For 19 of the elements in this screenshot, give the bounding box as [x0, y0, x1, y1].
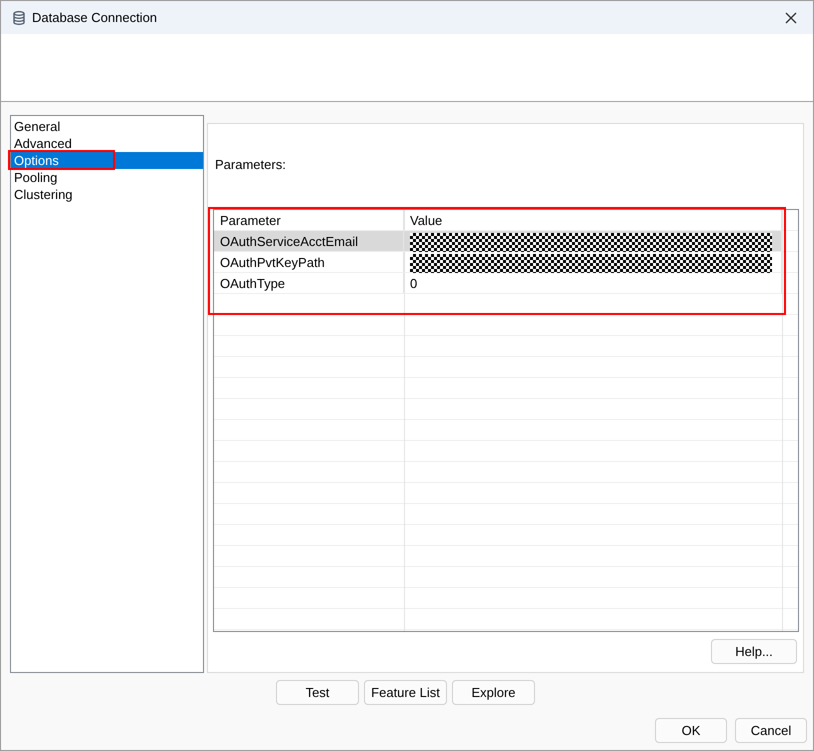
action-button[interactable]: Explore	[452, 680, 535, 705]
sidebar-item[interactable]: Advanced	[11, 135, 203, 152]
parameter-cell[interactable]: OAuthPvtKeyPath	[214, 252, 404, 273]
action-button[interactable]: Feature List	[364, 680, 447, 705]
value-cell: 0	[404, 273, 782, 294]
close-icon[interactable]	[785, 12, 797, 24]
sidebar-item[interactable]: General	[11, 118, 203, 135]
parameter-cell[interactable]: OAuthServiceAcctEmail	[214, 231, 404, 252]
sidebar-item[interactable]: Pooling	[11, 169, 203, 186]
parameters-label: Parameters:	[215, 157, 287, 173]
database-icon	[13, 10, 25, 24]
parameter-cell[interactable]: OAuthType	[214, 273, 404, 294]
sidebar-item[interactable]: Options	[11, 152, 203, 169]
dialog-button[interactable]: Cancel	[735, 718, 807, 743]
window-title: Database Connection	[32, 8, 158, 27]
action-button[interactable]: Test	[276, 680, 359, 705]
dialog-button[interactable]: OK	[655, 718, 727, 743]
help-button[interactable]: Help...	[711, 639, 797, 664]
sidebar-item[interactable]: Clustering	[11, 186, 203, 203]
